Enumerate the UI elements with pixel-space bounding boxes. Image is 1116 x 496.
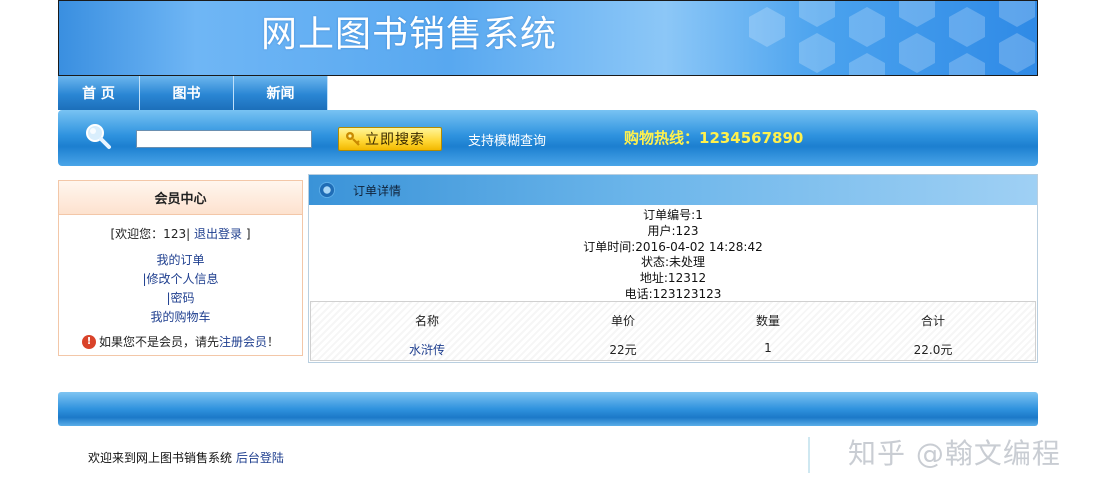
table-header-row: 名称 单价 数量 合计 [311,312,1035,329]
notice-suffix: ！ [267,335,280,349]
column-header-price: 单价 [610,314,635,328]
footer-text: 欢迎来到网上图书销售系统 后台登陆 [88,449,284,466]
item-quantity: 1 [764,341,772,355]
logout-link[interactable]: 退出登录 [194,227,242,241]
order-user: 用户:123 [647,223,699,238]
order-info: 订单编号:1 用户:123 订单时间:2016-04-02 14:28:42 状… [309,208,1037,303]
hotline-text: 购物热线：1234567890 [624,129,804,147]
item-total: 22.0元 [913,343,953,357]
nav-tab-home[interactable]: 首 页 [58,76,140,110]
order-details-header: 订单详情 [309,175,1037,205]
edit-profile-link[interactable]: |修改个人信息 [142,272,218,286]
footer-bar [58,392,1038,426]
order-items-table: 名称 单价 数量 合计 水浒传 22元 1 22.0元 [310,301,1036,361]
nav-tab-news[interactable]: 新闻 [234,76,328,110]
zhihu-watermark: 知乎 @翰文编程 [848,437,1061,470]
item-name-link[interactable]: 水浒传 [311,341,543,358]
search-button-label: 立即搜索 [365,132,425,148]
register-link[interactable]: 注册会员 [219,333,267,350]
order-address: 地址:12312 [639,271,707,286]
order-details-title: 订单详情 [353,183,402,198]
nav-tab-books[interactable]: 图书 [140,76,234,110]
column-header-quantity: 数量 [755,314,780,328]
admin-login-link[interactable]: 后台登陆 [236,451,284,465]
search-bar: 立即搜索 支持模糊查询 购物热线：1234567890 [58,110,1038,166]
my-cart-link[interactable]: 我的购物车 [150,310,210,324]
search-input[interactable] [136,130,312,148]
welcome-prefix: [欢迎您：123| [110,227,191,241]
main-nav: 首 页 图书 新闻 [58,76,328,110]
welcome-suffix: ] [245,227,251,241]
member-links: 我的订单 |修改个人信息 |密码 我的购物车 [59,251,302,327]
order-number: 订单编号:1 [643,208,703,222]
notice-prefix: 如果您不是会员，请先 [98,335,219,349]
hexagon-pattern-decoration [749,1,1035,75]
my-orders-link[interactable]: 我的订单 [156,253,204,267]
password-link[interactable]: |密码 [166,291,194,305]
key-icon [346,132,360,146]
search-button[interactable]: 立即搜索 [338,127,442,151]
order-time: 订单时间:2016-04-02 14:28:42 [583,239,763,254]
column-header-total: 合计 [920,314,945,328]
register-notice: ! 如果您不是会员，请先 注册会员 ！ [59,333,302,350]
bullet-icon [319,182,335,198]
header-banner: 网上图书销售系统 [58,0,1038,76]
member-center-title: 会员中心 [59,181,302,215]
order-status: 状态:未处理 [640,255,706,270]
warning-icon: ! [81,334,96,349]
item-price: 22元 [609,343,637,357]
watermark-divider [808,437,810,473]
welcome-line: [欢迎您：123| 退出登录 ] [59,225,302,242]
member-center: 会员中心 [欢迎您：123| 退出登录 ] 我的订单 |修改个人信息 |密码 我… [58,180,303,356]
order-details-panel: 订单详情 订单编号:1 用户:123 订单时间:2016-04-02 14:28… [308,174,1038,363]
site-title: 网上图书销售系统 [261,14,558,55]
footer-welcome: 欢迎来到网上图书销售系统 [88,451,233,465]
fuzzy-search-hint: 支持模糊查询 [468,134,547,149]
table-row: 水浒传 22元 1 22.0元 [311,341,1035,358]
column-header-name: 名称 [414,314,439,328]
magnifier-icon [86,124,111,149]
